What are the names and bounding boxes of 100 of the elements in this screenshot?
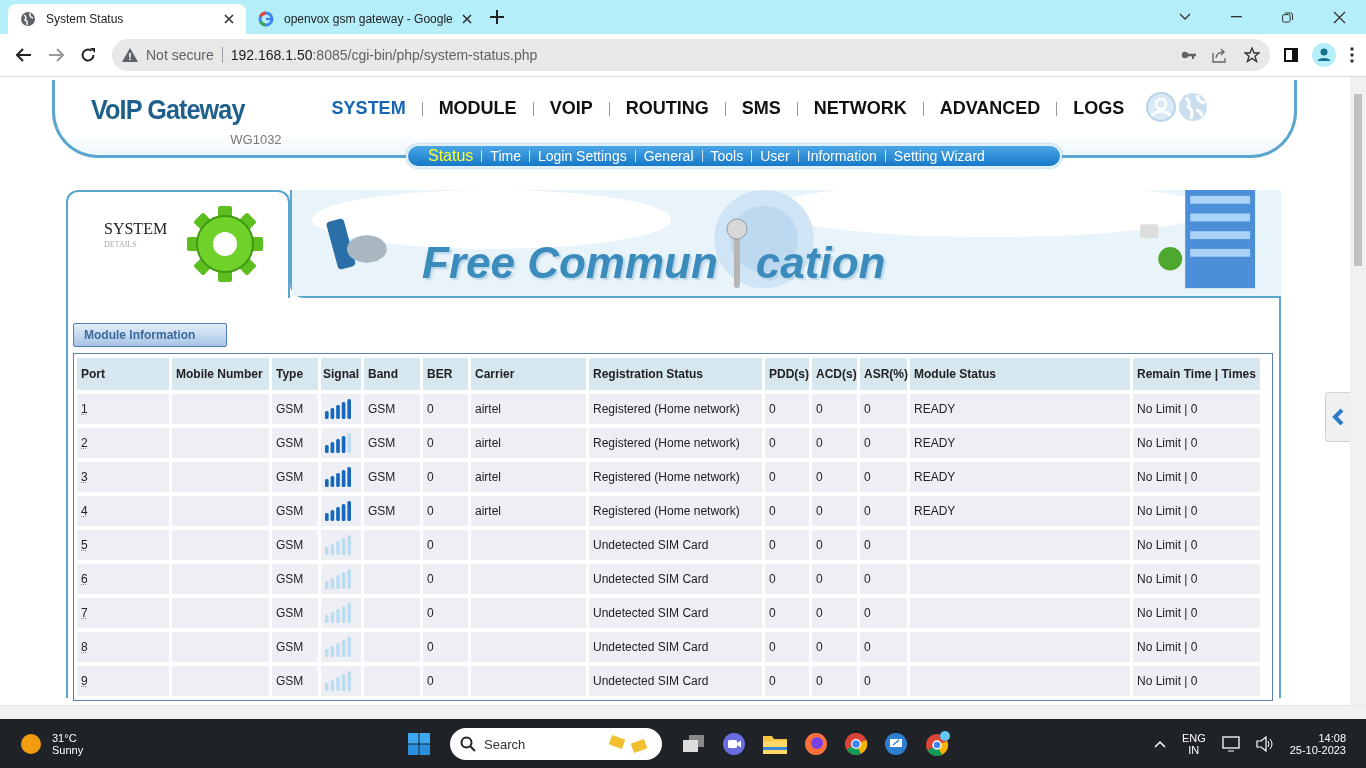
sub-menu-item[interactable]: User — [760, 148, 790, 164]
port-link[interactable]: 4 — [77, 496, 169, 526]
table-cell: 0 — [765, 598, 809, 628]
restore-icon[interactable] — [1282, 11, 1293, 23]
table-cell: 0 — [423, 530, 468, 560]
key-icon[interactable] — [1181, 51, 1196, 59]
port-link[interactable]: 5 — [77, 530, 169, 560]
table-cell: Registered (Home network) — [589, 428, 762, 458]
network-icon[interactable] — [1221, 736, 1240, 752]
close-icon[interactable] — [1333, 10, 1346, 24]
forward-icon[interactable] — [48, 48, 64, 62]
table-cell: No Limit | 0 — [1133, 598, 1260, 628]
nav-menu-item[interactable]: VOIP — [549, 98, 593, 119]
signal-icon — [325, 603, 351, 623]
module-information-tab[interactable]: Module Information — [73, 323, 227, 347]
table-cell: GSM — [272, 462, 318, 492]
logo-text: VoIP Gateway — [91, 94, 245, 126]
sub-menu-item[interactable]: Login Settings — [537, 148, 627, 164]
column-header: Signal — [321, 358, 361, 390]
port-link[interactable]: 6 — [77, 564, 169, 594]
share-icon[interactable] — [1212, 47, 1228, 63]
browser-tab[interactable]: openvox gsm gateway - Google — [246, 4, 484, 34]
table-cell: 0 — [765, 496, 809, 526]
table-cell: 0 — [423, 496, 468, 526]
minimize-icon[interactable] — [1231, 16, 1242, 18]
close-icon[interactable] — [462, 14, 472, 24]
table-cell: No Limit | 0 — [1133, 666, 1260, 696]
speaker-icon[interactable] — [1255, 736, 1274, 752]
table-cell: 0 — [423, 598, 468, 628]
table-cell: 0 — [860, 428, 907, 458]
table-cell: 0 — [765, 394, 809, 424]
table-cell: 0 — [423, 394, 468, 424]
chevron-left-icon — [1332, 408, 1344, 426]
table-cell: Undetected SIM Card — [589, 632, 762, 662]
vertical-scrollbar[interactable] — [1350, 77, 1366, 705]
security-label[interactable]: Not secure — [146, 47, 223, 63]
port-link[interactable]: 9 — [77, 666, 169, 696]
close-icon[interactable] — [224, 14, 234, 24]
side-panel-tab[interactable] — [1325, 392, 1350, 442]
port-link[interactable]: 1 — [77, 394, 169, 424]
table-cell: GSM — [272, 632, 318, 662]
chevron-down-icon[interactable] — [1179, 13, 1191, 21]
table-cell: No Limit | 0 — [1133, 428, 1260, 458]
nav-menu-item[interactable]: LOGS — [1073, 98, 1125, 119]
table-cell: Undetected SIM Card — [589, 666, 762, 696]
table-cell: Undetected SIM Card — [589, 530, 762, 560]
column-header: Carrier — [471, 358, 586, 390]
task-view-icon[interactable] — [682, 734, 706, 754]
folder-icon[interactable] — [762, 733, 788, 755]
section-subtitle: DETAILS — [104, 240, 138, 249]
table-cell: 0 — [812, 666, 857, 696]
nav-menu-item[interactable]: ROUTING — [625, 98, 709, 119]
windows-start-icon[interactable] — [408, 733, 430, 755]
remote-desktop-icon[interactable] — [884, 732, 908, 756]
port-link[interactable]: 8 — [77, 632, 169, 662]
new-tab-icon[interactable] — [490, 10, 504, 24]
nav-menu-item[interactable]: NETWORK — [813, 98, 907, 119]
search-field[interactable]: Search — [450, 728, 662, 760]
table-cell: 0 — [860, 462, 907, 492]
nav-menu-item[interactable]: SYSTEM — [331, 98, 406, 119]
menu-icon[interactable] — [1350, 47, 1354, 63]
table-cell: 0 — [765, 564, 809, 594]
star-icon[interactable] — [1244, 47, 1260, 63]
reload-icon[interactable] — [80, 47, 96, 63]
slogan-text: cation — [755, 238, 886, 288]
table-cell: 0 — [765, 666, 809, 696]
side-panel-icon[interactable] — [1284, 48, 1298, 62]
table-cell: 0 — [765, 462, 809, 492]
column-header: BER — [423, 358, 468, 390]
language-indicator[interactable]: ENG IN — [1181, 732, 1206, 756]
port-link[interactable]: 7 — [77, 598, 169, 628]
column-header: Remain Time | Times — [1133, 358, 1260, 390]
video-call-icon[interactable] — [722, 732, 746, 756]
table-cell: Registered (Home network) — [589, 394, 762, 424]
back-icon[interactable] — [16, 48, 32, 62]
profile-icon[interactable] — [1312, 43, 1336, 67]
nav-menu-item[interactable]: SMS — [741, 98, 781, 119]
table-cell: 0 — [423, 462, 468, 492]
browser-profile-icon[interactable] — [924, 730, 952, 758]
nav-menu-item[interactable]: ADVANCED — [939, 98, 1041, 119]
browser-tab[interactable]: System Status — [8, 4, 246, 34]
chevron-up-icon[interactable] — [1153, 740, 1166, 748]
nav-menu-item[interactable]: MODULE — [438, 98, 517, 119]
table-cell: 0 — [423, 564, 468, 594]
globe-icon — [20, 11, 36, 27]
table-cell: Registered (Home network) — [589, 462, 762, 492]
table-cell: No Limit | 0 — [1133, 462, 1260, 492]
horizontal-scrollbar[interactable] — [0, 705, 1366, 719]
table-cell: READY — [910, 462, 1130, 492]
port-link[interactable]: 3 — [77, 462, 169, 492]
table-cell: No Limit | 0 — [1133, 564, 1260, 594]
table-cell: 0 — [860, 496, 907, 526]
browser-icon[interactable] — [844, 732, 868, 756]
gear-icon — [185, 204, 266, 284]
address-bar[interactable]: Not secure 192.168.1.50:8085/cgi-bin/php/system-status.php — [112, 39, 1270, 71]
table-cell: GSM — [272, 598, 318, 628]
port-link[interactable]: 2 — [77, 428, 169, 458]
antenna-icon — [725, 218, 748, 288]
clock[interactable]: 14:08 25-10-2023 — [1289, 732, 1346, 756]
table-cell: GSM — [364, 462, 420, 492]
